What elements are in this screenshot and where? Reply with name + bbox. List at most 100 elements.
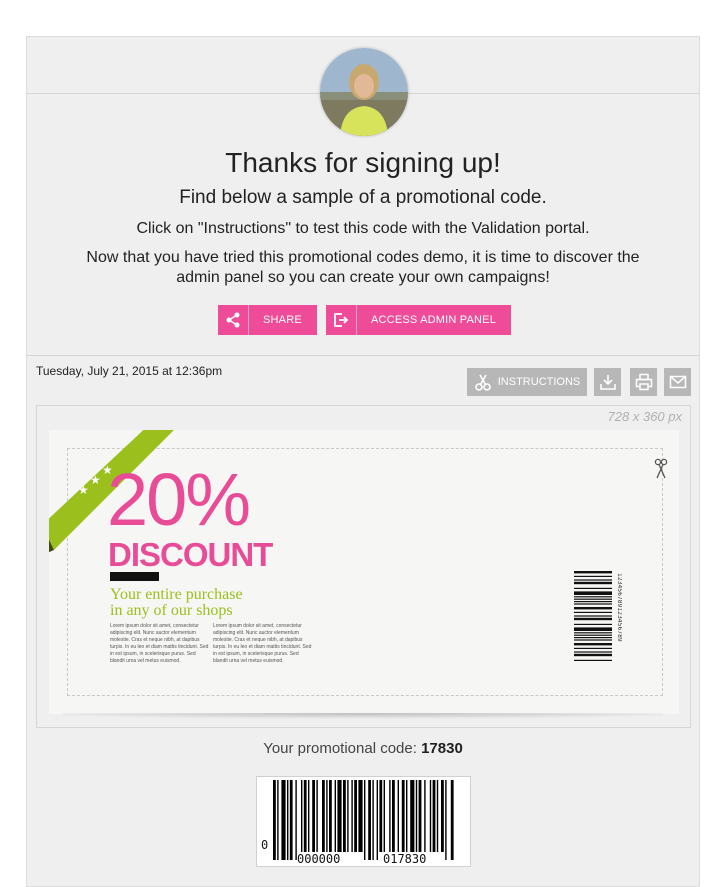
barcode-bar (347, 780, 349, 852)
barcode-bar (295, 780, 297, 860)
coupon-barcode-bar (574, 651, 612, 653)
download-icon (599, 375, 616, 390)
barcode-bar (281, 780, 286, 860)
coupon-barcode-bar (574, 632, 612, 634)
page-subtitle: Find below a sample of a promotional cod… (179, 187, 547, 208)
promo-code-value: 17830 (421, 740, 463, 757)
svg-text:★: ★ (78, 483, 89, 497)
admin-label: ACCESS ADMIN PANEL (371, 314, 497, 326)
svg-text:★: ★ (90, 473, 101, 487)
barcode-bar (441, 780, 444, 852)
barcode-bar (410, 780, 415, 852)
coupon-barcode-bar (574, 647, 612, 649)
barcode-bar (406, 780, 408, 852)
barcode-bar (343, 780, 346, 852)
coupon-barcode-bar (574, 617, 612, 621)
coupon-barcode-bar (574, 579, 612, 581)
barcode-bar (383, 780, 385, 852)
discover-text: Now that you have tried this promotional… (86, 249, 640, 286)
coupon-barcode-bar (574, 627, 612, 631)
barcode-bar (358, 780, 363, 852)
barcode-bar (450, 780, 454, 860)
barcode-bar (415, 780, 418, 852)
barcode-bar (418, 780, 422, 852)
coupon-barcode-bar (574, 634, 612, 636)
instructions-hint: Click on "Instructions" to test this cod… (136, 220, 590, 237)
coupon-barcode-digits: 123456789123456789 (616, 573, 622, 642)
discount-percent: 20% (107, 458, 251, 541)
coupon-barcode-bar (574, 598, 612, 600)
barcode-bar (337, 780, 342, 852)
coupon-barcode-bar (574, 643, 612, 646)
barcode-bar (301, 780, 303, 852)
avatar-photo (320, 48, 408, 136)
coupon-barcode-bar (574, 581, 612, 585)
discount-headline: DISCOUNT (108, 536, 273, 573)
scissors-icon (654, 458, 668, 479)
share-icon (218, 305, 249, 335)
barcode-bar (432, 780, 436, 852)
coupon-barcode-bar (574, 611, 612, 613)
barcode-bar (372, 780, 374, 860)
coupon-barcode-bar (574, 587, 612, 589)
barcode-lead-digit: 0 (261, 838, 268, 852)
coupon-barcode-bar (574, 603, 612, 605)
barcode-bar (334, 780, 336, 852)
scissors-icon (474, 374, 491, 391)
coupon-barcode-bar (574, 653, 612, 657)
signup-card: Thanks for signing up! Find below a samp… (26, 36, 700, 887)
barcode-bar (401, 780, 405, 852)
coupon-preview: 728 x 360 px ★ ★ ★ 20% DISCOUNT Your ent… (36, 405, 691, 728)
coupon-shadow (63, 713, 663, 723)
coupon-barcode-bar (574, 607, 612, 610)
avatar (320, 48, 408, 136)
promo-code-line: Your promotional code: 17830 (27, 740, 699, 757)
download-button[interactable] (594, 368, 621, 396)
barcode-bar (379, 780, 383, 852)
barcode-bar (445, 780, 447, 860)
barcode-bar (322, 780, 325, 852)
share-button[interactable]: SHARE (218, 305, 317, 335)
coupon-barcode-bar (574, 659, 612, 661)
coupon-barcode-bar (574, 596, 612, 598)
barcode-bar (376, 780, 378, 860)
exit-icon (326, 305, 357, 335)
barcode-bar (303, 780, 307, 852)
envelope-icon (669, 375, 686, 389)
barcode-bar (436, 780, 439, 852)
printer-icon (635, 373, 652, 391)
barcode-bar (329, 780, 332, 852)
promo-code-label: Your promotional code: (263, 740, 417, 757)
coupon-barcode-bar (574, 637, 612, 639)
print-button[interactable] (630, 368, 657, 396)
instructions-button[interactable]: INSTRUCTIONS (467, 368, 587, 396)
coupon-dimensions: 728 x 360 px (607, 409, 682, 424)
barcode-bar (308, 780, 310, 852)
coupon-fineprint-2: Lorem ipsum dolor sit amet, consectetur … (213, 623, 312, 664)
barcode-left-digits: 000000 (297, 852, 340, 866)
email-button[interactable] (664, 368, 691, 396)
page-title: Thanks for signing up! (225, 147, 501, 178)
barcode-right-digits: 017830 (383, 852, 426, 866)
access-admin-panel-button[interactable]: ACCESS ADMIN PANEL (326, 305, 511, 335)
coupon-barcode-bar (574, 575, 612, 577)
divider (27, 355, 699, 356)
coupon-fineprint-1: Lorem ipsum dolor sit amet, consectetur … (110, 623, 209, 664)
coupon-barcode: 123456789123456789 (574, 571, 622, 661)
accent-bar (110, 572, 159, 581)
barcode-bar (364, 780, 366, 860)
barcode-graphic: 0 000000 017830 (261, 780, 454, 866)
instructions-label: INSTRUCTIONS (497, 376, 581, 388)
barcode-bar (273, 780, 276, 860)
coupon-barcode-bar (574, 571, 612, 574)
barcode-bar (277, 780, 279, 860)
coupon-tagline-2: in any of our shops (110, 602, 233, 619)
coupon-barcode-bar (574, 615, 612, 617)
share-label: SHARE (263, 314, 302, 326)
coupon-image: ★ ★ ★ 20% DISCOUNT Your entire purchase … (49, 430, 679, 714)
barcode-bar (354, 780, 357, 852)
barcode-bar (397, 780, 399, 852)
barcode-bar (326, 780, 328, 852)
coupon-barcode-bar (574, 623, 612, 625)
coupon-barcode-bar (574, 639, 612, 641)
